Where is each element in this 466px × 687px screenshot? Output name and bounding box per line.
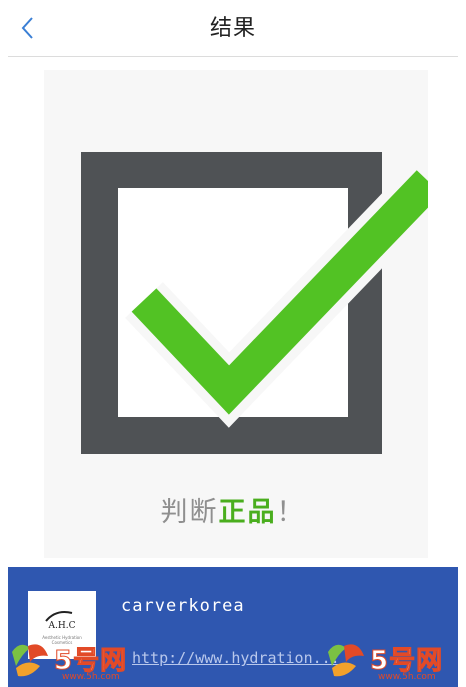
watermark-url: www.5h.com bbox=[62, 672, 120, 682]
result-panel bbox=[44, 70, 428, 558]
page-title: 结果 bbox=[209, 16, 256, 41]
verdict-suffix: ！ bbox=[276, 497, 306, 528]
watermark-url: www.5h.com bbox=[378, 672, 436, 682]
verdict-text: 判断正品！ bbox=[0, 490, 466, 529]
verdict-genuine: 正品 bbox=[218, 497, 277, 528]
green-checkmark-icon bbox=[81, 152, 428, 454]
verdict-prefix: 判断 bbox=[160, 497, 219, 528]
watermark-logo-icon bbox=[328, 644, 364, 677]
logo-text: A.H.C bbox=[48, 621, 76, 631]
product-url-link[interactable]: http://www.hydration... bbox=[132, 649, 340, 667]
watermark-left: 5号网 www.5h.com bbox=[0, 632, 150, 687]
nav-divider bbox=[8, 56, 458, 57]
product-name: carverkorea bbox=[121, 596, 245, 616]
nav-bar: 结果 bbox=[0, 0, 466, 56]
watermark-right: 5号网 www.5h.com bbox=[316, 632, 466, 687]
watermark-logo-icon bbox=[12, 644, 48, 677]
